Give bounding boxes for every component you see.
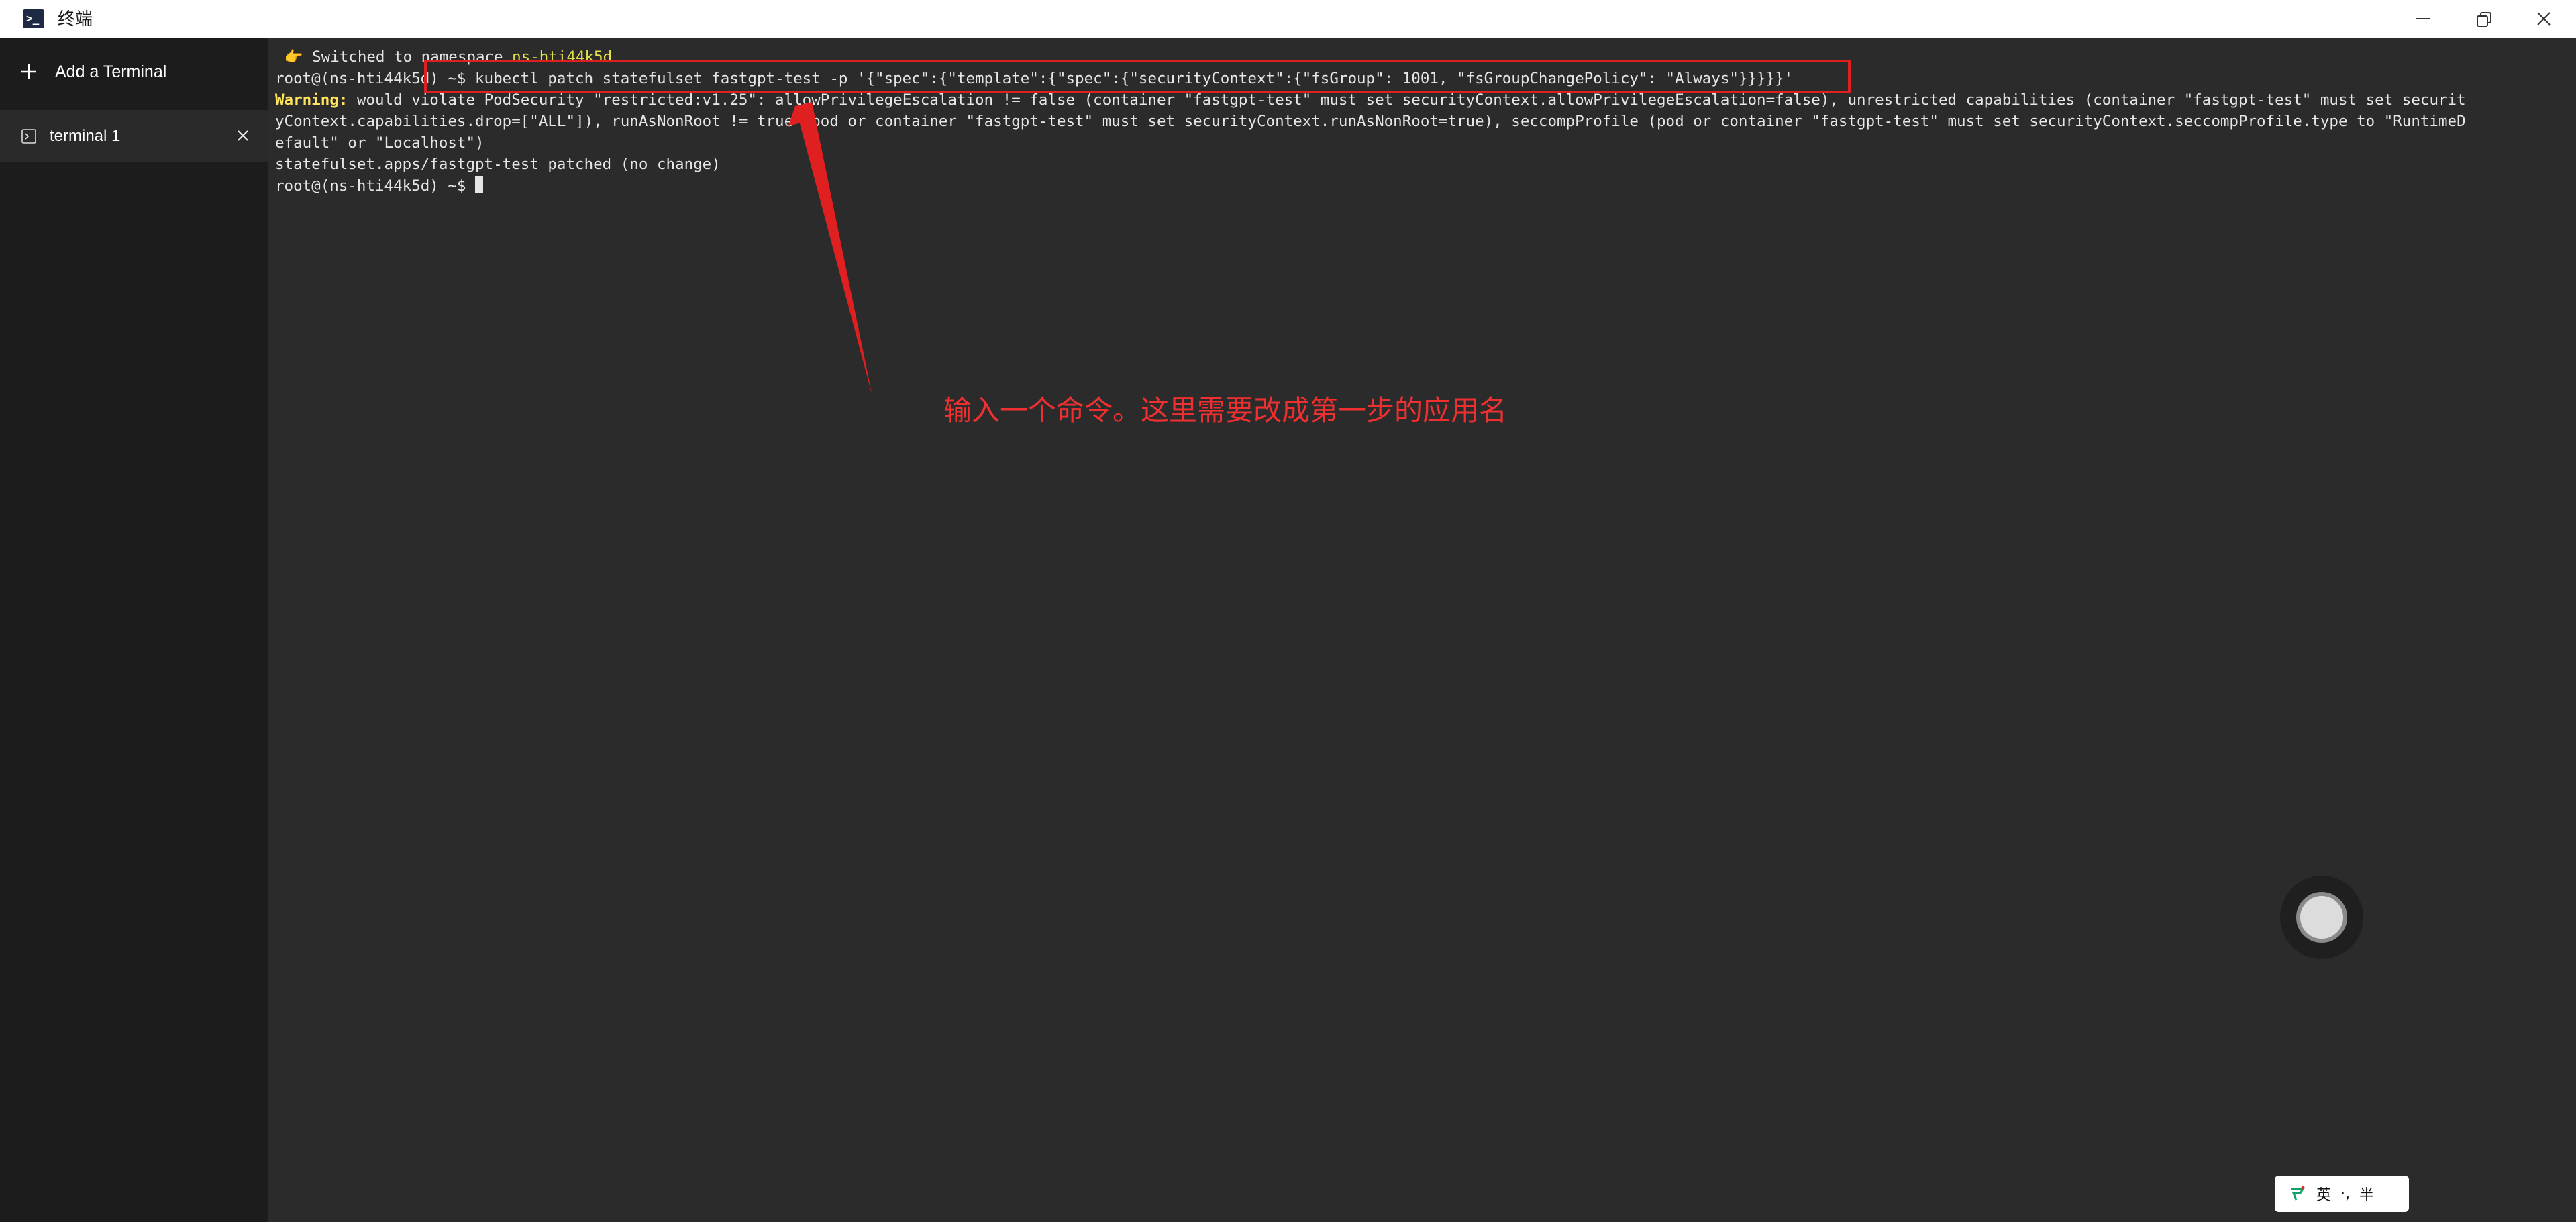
annotation-arrow — [788, 102, 872, 396]
ime-punctuation-toggle[interactable]: ·, — [2340, 1186, 2350, 1203]
ime-width-toggle[interactable]: 半 — [2359, 1183, 2374, 1205]
assist-ball-icon — [2296, 892, 2347, 943]
ime-language-toggle[interactable]: 英 — [2316, 1183, 2331, 1205]
floating-assist-button[interactable] — [2280, 876, 2363, 959]
annotation-text: 输入一个命令。这里需要改成第一步的应用名 — [943, 394, 1508, 427]
ime-toolbar[interactable]: 英 ·, 半 — [2275, 1176, 2409, 1212]
ime-logo-icon — [2291, 1186, 2305, 1201]
